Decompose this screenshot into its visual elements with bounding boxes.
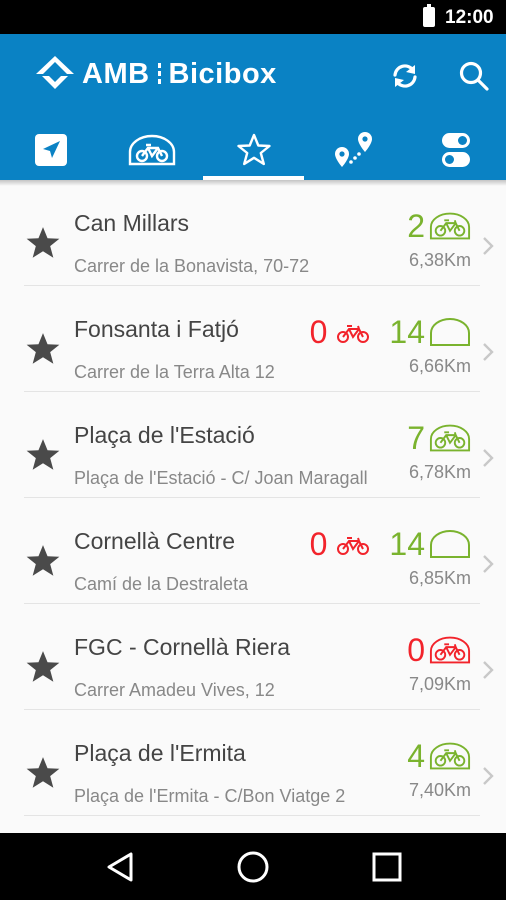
station-address: Plaça de l'Ermita - C/Bon Viatge 2 [74, 786, 346, 806]
station-name: Fonsanta i Fatjó [74, 316, 239, 342]
station-list[interactable]: Can Millars Carrer de la Bonavista, 70-72… [0, 180, 506, 816]
station-row[interactable]: Plaça de l'Ermita Plaça de l'Ermita - C/B… [0, 710, 506, 816]
bike-unavailable-icon [337, 537, 370, 555]
bikes-count: 0 [309, 526, 328, 562]
station-address: Carrer de la Bonavista, 70-72 [74, 256, 310, 276]
search-button[interactable] [454, 56, 494, 96]
bikes-count: 2 [407, 208, 425, 244]
favorite-star-icon[interactable] [24, 436, 62, 474]
station-availability: 0 14 [310, 524, 471, 564]
bikes-count: 0 [407, 632, 425, 668]
station-distance: 6,85Km [408, 568, 471, 588]
bike-parking-icon [128, 134, 175, 166]
status-time: 12:00 [445, 7, 494, 28]
battery-full-icon [423, 4, 435, 27]
brand-primary: AMB [82, 57, 150, 90]
refresh-button[interactable] [385, 56, 425, 96]
bike-available-icon [429, 742, 471, 770]
app-bar: AMB Bicibox [0, 34, 506, 180]
tab-bicibox-stations[interactable] [101, 120, 202, 180]
bike-unavailable-icon [337, 325, 370, 343]
station-row[interactable]: Can Millars Carrer de la Bonavista, 70-72… [0, 180, 506, 286]
station-name: Plaça de l'Ermita [74, 740, 246, 766]
bike-available-icon [429, 424, 471, 452]
station-distance: 7,40Km [408, 780, 471, 800]
station-address: Plaça de l'Estació - C/ Joan Maragall [74, 468, 368, 488]
free-slots-count: 14 [389, 314, 425, 350]
favorite-star-icon[interactable] [24, 648, 62, 686]
tab-favorites[interactable] [203, 120, 304, 180]
search-icon [459, 61, 489, 91]
tab-bar [0, 120, 506, 180]
brand-secondary: Bicibox [168, 57, 277, 90]
station-name: FGC - Cornellà Riera [74, 634, 290, 660]
station-availability: 7 [407, 418, 471, 458]
favorite-star-icon[interactable] [24, 330, 62, 368]
station-distance: 6,38Km [408, 250, 471, 270]
station-distance: 7,09Km [408, 674, 471, 694]
station-name: Plaça de l'Estació [74, 422, 255, 448]
free-slot-icon [430, 530, 470, 558]
bikes-count: 4 [407, 738, 425, 774]
home-circle-icon [237, 851, 269, 883]
chevron-right-icon [483, 767, 494, 785]
free-slots-count: 14 [389, 526, 425, 562]
app-logo: AMB Bicibox [34, 54, 277, 94]
recents-square-icon [372, 852, 402, 882]
station-address: Carrer de la Terra Alta 12 [74, 362, 275, 382]
bikes-count: 7 [407, 420, 425, 456]
chevron-right-icon [483, 449, 494, 467]
home-button[interactable] [235, 849, 271, 885]
chevron-right-icon [483, 343, 494, 361]
bikes-count: 0 [309, 314, 328, 350]
station-address: Camí de la Destraleta [74, 574, 249, 594]
station-row[interactable]: Plaça de l'Estació Plaça de l'Estació - C… [0, 392, 506, 498]
chevron-right-icon [483, 237, 494, 255]
chevron-right-icon [483, 661, 494, 679]
navigation-arrow-icon [34, 134, 67, 166]
bike-available-icon [429, 212, 471, 240]
route-pins-icon [334, 132, 372, 167]
chevron-right-icon [483, 555, 494, 573]
station-name: Can Millars [74, 210, 190, 236]
station-address: Carrer Amadeu Vives, 12 [74, 680, 275, 700]
station-distance: 6,78Km [408, 462, 471, 482]
station-availability: 2 [407, 206, 471, 246]
station-row[interactable]: Cornellà Centre Camí de la Destraleta 0 14 6… [0, 498, 506, 604]
back-triangle-icon [107, 852, 133, 882]
amb-diamond-logo-icon [36, 56, 74, 89]
tab-route[interactable] [304, 120, 405, 180]
station-distance: 6,66Km [408, 356, 471, 376]
station-row[interactable]: Fonsanta i Fatjó Carrer de la Terra Alta … [0, 286, 506, 392]
station-name: Cornellà Centre [74, 528, 236, 554]
station-availability: 0 [407, 630, 471, 670]
free-slot-icon [430, 318, 470, 346]
star-outline-icon [236, 133, 271, 166]
tab-nearby[interactable] [0, 120, 101, 180]
favorite-star-icon[interactable] [24, 754, 62, 792]
bike-unavailable-icon [429, 636, 471, 664]
favorite-star-icon[interactable] [24, 224, 62, 262]
favorite-star-icon[interactable] [24, 542, 62, 580]
toggle-settings-icon [441, 133, 470, 167]
system-nav-bar [0, 833, 506, 900]
station-availability: 0 14 [310, 312, 471, 352]
recents-button[interactable] [369, 849, 405, 885]
tab-settings[interactable] [405, 120, 506, 180]
status-bar: 12:00 [0, 0, 506, 34]
back-button[interactable] [102, 849, 138, 885]
refresh-icon [393, 64, 417, 88]
brand-separator [157, 63, 161, 85]
station-availability: 4 [407, 736, 471, 776]
station-row[interactable]: FGC - Cornellà Riera Carrer Amadeu Vives,… [0, 604, 506, 710]
